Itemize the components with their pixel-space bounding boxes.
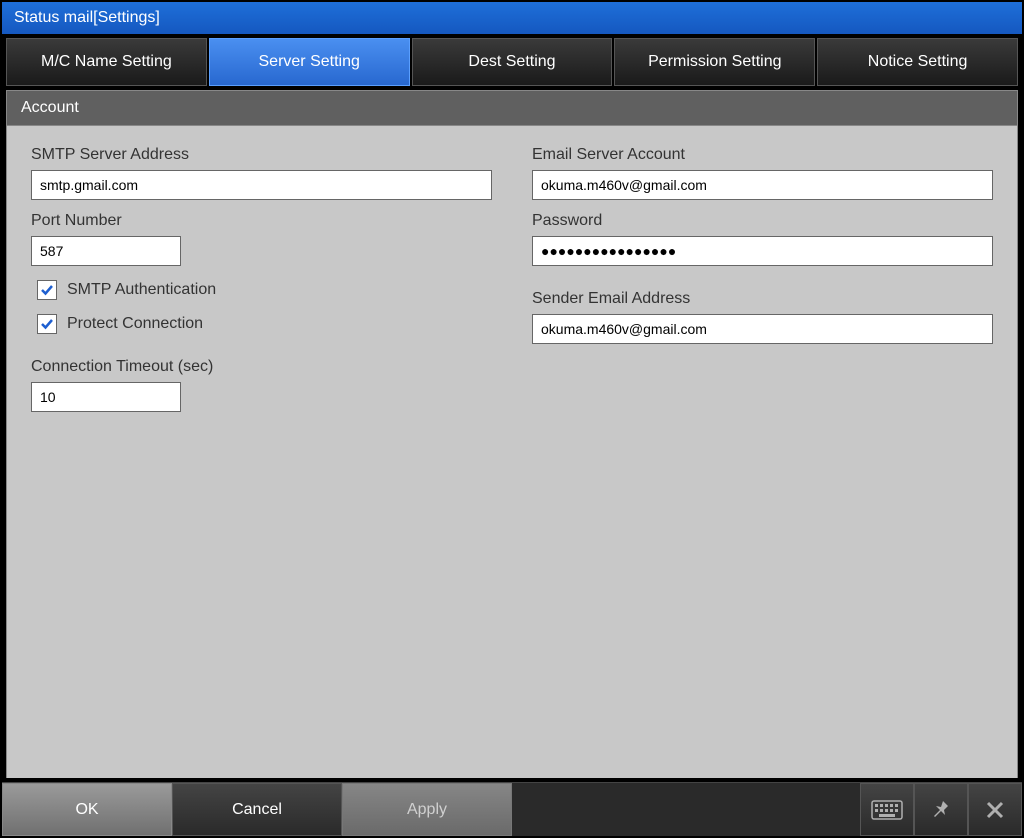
cancel-button[interactable]: Cancel: [172, 783, 342, 836]
smtp-auth-label: SMTP Authentication: [67, 281, 216, 299]
tab-notice-setting[interactable]: Notice Setting: [817, 38, 1018, 86]
pin-button[interactable]: [914, 783, 968, 836]
keyboard-icon: [871, 800, 903, 820]
connection-timeout-label: Connection Timeout (sec): [31, 358, 492, 376]
titlebar: Status mail[Settings]: [2, 2, 1022, 34]
tab-bar: M/C Name Setting Server Setting Dest Set…: [2, 34, 1022, 86]
smtp-server-label: SMTP Server Address: [31, 146, 492, 164]
smtp-auth-checkbox[interactable]: [37, 280, 57, 300]
form-panel: SMTP Server Address Port Number SMTP Aut…: [6, 126, 1018, 778]
tab-permission-setting[interactable]: Permission Setting: [614, 38, 815, 86]
section-header: Account: [6, 90, 1018, 126]
sender-email-input[interactable]: [532, 314, 993, 344]
connection-timeout-input[interactable]: [31, 382, 181, 412]
button-spacer: [512, 783, 860, 836]
port-number-label: Port Number: [31, 212, 492, 230]
keyboard-button[interactable]: [860, 783, 914, 836]
password-label: Password: [532, 212, 993, 230]
close-button[interactable]: [968, 783, 1022, 836]
left-column: SMTP Server Address Port Number SMTP Aut…: [31, 146, 492, 758]
tab-dest-setting[interactable]: Dest Setting: [412, 38, 613, 86]
right-column: Email Server Account Password Sender Ema…: [532, 146, 993, 758]
protect-connection-label: Protect Connection: [67, 315, 203, 333]
tab-server-setting[interactable]: Server Setting: [209, 38, 410, 86]
email-account-input[interactable]: [532, 170, 993, 200]
checkmark-icon: [39, 316, 55, 332]
ok-button[interactable]: OK: [2, 783, 172, 836]
password-input[interactable]: [532, 236, 993, 266]
window-title: Status mail[Settings]: [14, 9, 160, 27]
protect-connection-checkbox[interactable]: [37, 314, 57, 334]
port-number-input[interactable]: [31, 236, 181, 266]
content-area: Account SMTP Server Address Port Number …: [2, 86, 1022, 782]
checkmark-icon: [39, 282, 55, 298]
sender-email-label: Sender Email Address: [532, 290, 993, 308]
smtp-server-input[interactable]: [31, 170, 492, 200]
close-icon: [984, 799, 1006, 821]
section-title: Account: [21, 99, 79, 116]
bottom-bar: OK Cancel Apply: [2, 782, 1022, 836]
status-mail-settings-window: Status mail[Settings] M/C Name Setting S…: [0, 0, 1024, 838]
email-account-label: Email Server Account: [532, 146, 993, 164]
apply-button[interactable]: Apply: [342, 783, 512, 836]
pin-icon: [929, 798, 953, 822]
tab-mc-name-setting[interactable]: M/C Name Setting: [6, 38, 207, 86]
